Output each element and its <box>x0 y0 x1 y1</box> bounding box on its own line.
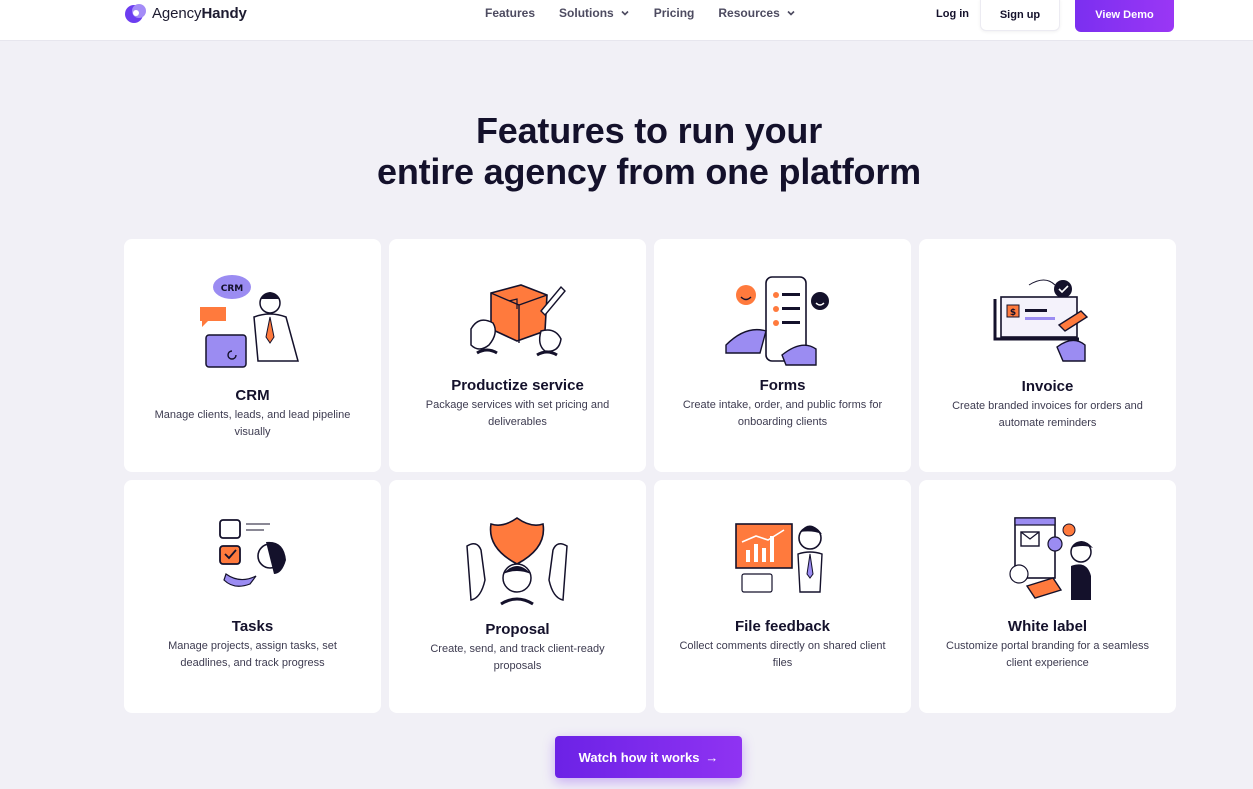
signup-button[interactable]: Sign up <box>980 0 1060 31</box>
white-label-illustration-icon <box>1009 517 1093 600</box>
feature-description: Package services with set pricing and de… <box>425 399 610 428</box>
invoice-illustration-icon: $ <box>993 279 1089 362</box>
watch-how-it-works-button[interactable]: Watch how it works → <box>555 736 742 778</box>
menu-item-resources[interactable]: Resources <box>718 6 795 20</box>
top-nav: AgencyHandy Features Solutions Pricing R… <box>0 0 1253 41</box>
tasks-illustration-icon <box>219 519 286 587</box>
feature-card-tasks[interactable]: Tasks Manage projects, assign tasks, set… <box>124 480 381 713</box>
menu-item-label: Pricing <box>653 6 695 20</box>
logo-text: AgencyHandy <box>152 5 247 22</box>
feature-title: Productize service <box>451 377 584 394</box>
cta-label: Watch how it works <box>578 749 700 765</box>
feature-title: CRM <box>235 387 270 404</box>
features-grid: CRM CRM Manage clients, leads, and lead … <box>124 239 1176 713</box>
menu-item-features[interactable]: Features <box>485 6 535 20</box>
chevron-down-icon <box>621 10 629 16</box>
arrow-right-icon: → <box>705 749 719 765</box>
feature-card-forms[interactable]: Forms Create intake, order, and public f… <box>654 239 911 472</box>
feature-description: Create intake, order, and public forms f… <box>682 399 883 428</box>
feature-description: Create branded invoices for orders and a… <box>952 400 1143 429</box>
feature-description: Manage clients, leads, and lead pipeline… <box>154 409 351 438</box>
page-title-line1: Features to run your <box>475 110 823 151</box>
menu-item-label: Features <box>485 6 536 20</box>
main-menu: Features Solutions Pricing Resources <box>485 6 796 20</box>
agencyhandy-logo-icon <box>125 4 146 23</box>
forms-illustration-icon <box>725 276 829 366</box>
feature-description: Create, send, and track client-ready pro… <box>430 643 605 672</box>
feature-title: White label <box>1007 618 1088 635</box>
login-link[interactable]: Log in <box>936 8 969 20</box>
feature-card-white-label[interactable]: White label Customize portal branding fo… <box>919 480 1176 713</box>
file-feedback-illustration-icon <box>735 523 823 593</box>
feature-title: Proposal <box>485 621 550 638</box>
view-demo-button[interactable]: View Demo <box>1075 0 1174 32</box>
menu-item-solutions[interactable]: Solutions <box>559 6 630 20</box>
feature-card-file-feedback[interactable]: File feedback Collect comments directly … <box>654 480 911 713</box>
chevron-down-icon <box>787 10 795 16</box>
page-title-line2: entire agency from one platform <box>377 151 921 192</box>
crm-badge-text: CRM <box>221 284 244 294</box>
feature-title: File feedback <box>734 618 831 635</box>
feature-card-proposal[interactable]: Proposal Create, send, and track client-… <box>389 480 646 713</box>
feature-title: Tasks <box>231 618 274 635</box>
feature-card-invoice[interactable]: $ Invoice Create branded invoices for or… <box>919 239 1176 472</box>
page-title: Features to run your entire agency from … <box>0 110 1253 192</box>
feature-description: Manage projects, assign tasks, set deadl… <box>168 640 337 669</box>
logo-suffix: Handy <box>201 4 247 22</box>
feature-description: Customize portal branding for a seamless… <box>946 640 1149 669</box>
feature-title: Invoice <box>1021 378 1074 395</box>
menu-item-pricing[interactable]: Pricing <box>654 6 695 20</box>
invoice-badge-text: $ <box>1010 308 1016 318</box>
logo-prefix: Agency <box>152 4 202 22</box>
menu-item-label: Resources <box>718 6 780 20</box>
proposal-illustration-icon <box>466 517 568 606</box>
box-illustration-icon <box>470 284 566 357</box>
feature-card-productize-service[interactable]: Productize service Package services with… <box>389 239 646 472</box>
logo[interactable]: AgencyHandy <box>124 2 247 24</box>
crm-illustration-icon: CRM <box>200 275 299 368</box>
menu-item-label: Solutions <box>559 6 614 20</box>
feature-title: Forms <box>759 377 806 394</box>
feature-card-crm[interactable]: CRM CRM Manage clients, leads, and lead … <box>124 239 381 472</box>
feature-description: Collect comments directly on shared clie… <box>679 640 886 669</box>
